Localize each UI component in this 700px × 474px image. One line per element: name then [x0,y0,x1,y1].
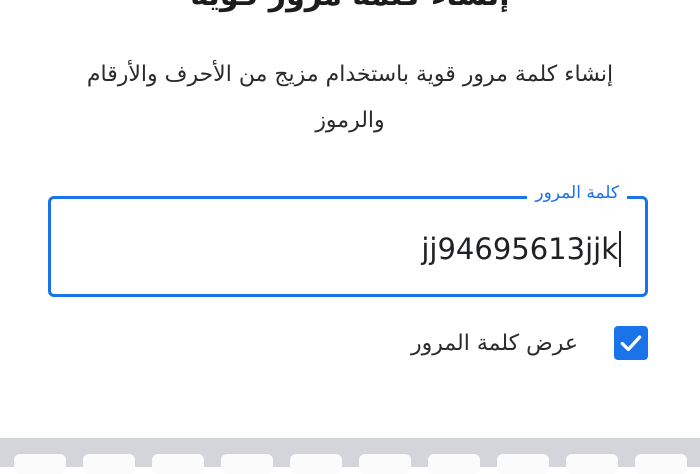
text-cursor [619,231,621,267]
show-password-checkbox[interactable] [614,326,648,360]
keyboard-key[interactable] [635,454,687,474]
keyboard-key[interactable] [14,454,66,474]
show-password-row[interactable]: عرض كلمة المرور [411,323,648,363]
keyboard-key[interactable] [221,454,273,474]
show-password-label: عرض كلمة المرور [410,330,578,356]
keyboard-key[interactable] [359,454,411,474]
keyboard-key[interactable] [83,454,135,474]
password-input[interactable]: jj94695613jjk [421,231,621,267]
keyboard [0,438,700,474]
page-title: إنشاء كلمة مرور قوية [0,0,700,13]
password-value: jj94695613jjk [421,232,618,266]
password-field-label: كلمة المرور [527,183,627,203]
password-field[interactable]: كلمة المرور jj94695613jjk [48,183,648,297]
keyboard-key[interactable] [290,454,342,474]
keyboard-key[interactable] [566,454,618,474]
checkmark-icon [620,335,642,352]
keyboard-key[interactable] [497,454,549,474]
description-text: إنشاء كلمة مرور قوية باستخدام مزيج من ال… [86,62,614,133]
keyboard-key[interactable] [152,454,204,474]
keyboard-key[interactable] [428,454,480,474]
